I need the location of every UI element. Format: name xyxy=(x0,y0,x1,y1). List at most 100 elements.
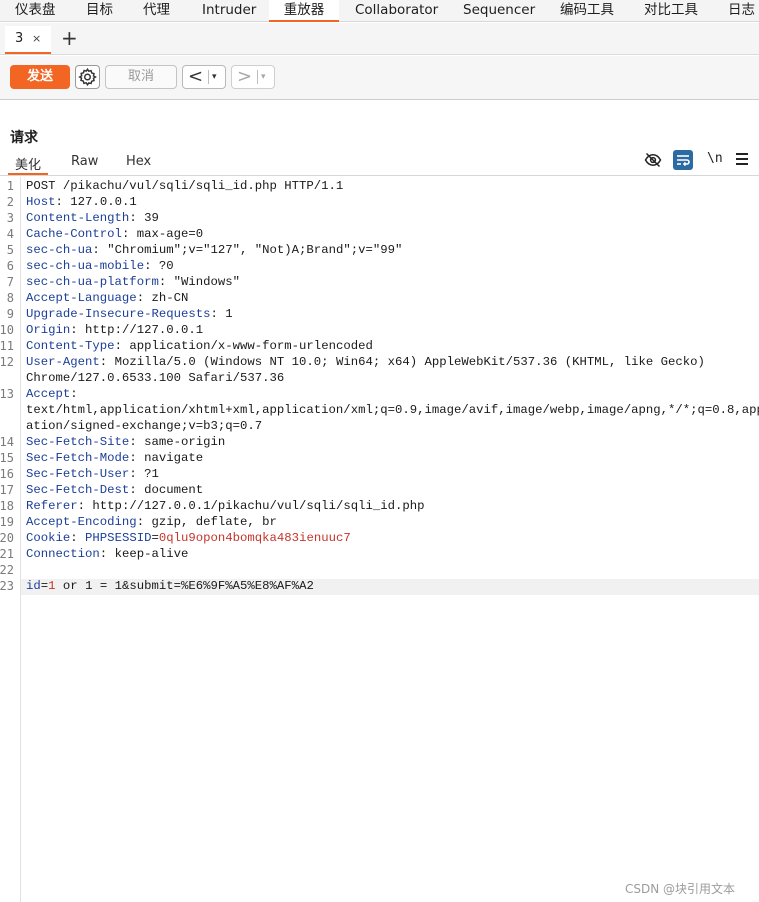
nav-item-dashboard[interactable]: 仪表盘 xyxy=(15,0,56,22)
nav-item-repeater[interactable]: 重放器 xyxy=(269,0,339,22)
header-value: http://127.0.0.1 xyxy=(85,323,204,337)
nav-item-intruder[interactable]: Intruder xyxy=(202,0,256,22)
add-tab-icon[interactable]: + xyxy=(61,26,78,50)
repeater-tab-bar: 3 × + xyxy=(0,23,759,55)
header-name: Content-Type xyxy=(26,339,115,353)
nav-item-logger[interactable]: 日志 xyxy=(728,0,755,22)
header-value: same-origin xyxy=(144,435,226,449)
header-value: zh-CN xyxy=(151,291,189,305)
header-name: Upgrade-Insecure-Requests xyxy=(26,307,211,321)
line-number: 16 xyxy=(0,467,14,481)
close-tab-icon[interactable]: × xyxy=(32,32,41,45)
header-line[interactable]: Sec-Fetch-User: ?1 xyxy=(26,466,159,482)
back-dropdown-icon[interactable]: ▾ xyxy=(212,66,217,88)
header-line[interactable]: Sec-Fetch-Dest: document xyxy=(26,482,203,498)
line-number: 21 xyxy=(0,547,14,561)
line-number: 6 xyxy=(6,259,14,273)
header-value: 127.0.0.1 xyxy=(70,195,137,209)
header-value: Mozilla/5.0 (Windows NT 10.0; Win64; x64… xyxy=(114,355,705,369)
line-number: 12 xyxy=(0,355,14,369)
nav-item-collaborator[interactable]: Collaborator xyxy=(355,0,438,22)
header-name: Accept xyxy=(26,387,71,401)
cancel-button[interactable]: 取消 xyxy=(105,65,177,89)
header-line[interactable]: User-Agent: Mozilla/5.0 (Windows NT 10.0… xyxy=(26,354,705,370)
menu-bar xyxy=(736,158,748,160)
header-name: Origin xyxy=(26,323,71,337)
back-button[interactable]: < ▾ xyxy=(182,65,226,89)
header-line[interactable]: Referer: http://127.0.0.1/pikachu/vul/sq… xyxy=(26,498,425,514)
watermark: CSDN @块引用文本 xyxy=(625,882,736,896)
hide-eye-icon[interactable] xyxy=(644,151,662,169)
line-number: 13 xyxy=(0,387,14,401)
menu-icon[interactable] xyxy=(736,153,750,165)
line-number: 3 xyxy=(6,211,14,225)
line-number: 10 xyxy=(0,323,14,337)
header-line[interactable]: Sec-Fetch-Site: same-origin xyxy=(26,434,225,450)
line-number: 1 xyxy=(6,179,14,193)
header-line[interactable]: Cookie: PHPSESSID=0qlu9opon4bomqka483ien… xyxy=(26,530,351,546)
header-line[interactable]: Origin: http://127.0.0.1 xyxy=(26,322,203,338)
body-param-name: id xyxy=(26,579,41,593)
line-number: 18 xyxy=(0,499,14,513)
header-line[interactable]: Host: 127.0.0.1 xyxy=(26,194,137,210)
line-number: 20 xyxy=(0,531,14,545)
header-name: User-Agent xyxy=(26,355,100,369)
nav-item-sequencer[interactable]: Sequencer xyxy=(463,0,535,22)
cookie-name: PHPSESSID xyxy=(85,531,152,545)
wrap-lines-icon[interactable] xyxy=(673,150,693,170)
header-line[interactable]: Accept-Language: zh-CN xyxy=(26,290,188,306)
nav-item-target[interactable]: 目标 xyxy=(86,0,113,22)
newline-icon[interactable]: \n xyxy=(707,151,723,166)
header-line-continued[interactable]: Chrome/127.0.6533.100 Safari/537.36 xyxy=(26,370,284,386)
header-name: Cookie xyxy=(26,531,71,545)
request-line[interactable]: POST /pikachu/vul/sqli/sqli_id.php HTTP/… xyxy=(26,178,343,194)
header-line[interactable]: sec-ch-ua: "Chromium";v="127", "Not)A;Br… xyxy=(26,242,402,258)
header-line[interactable]: Content-Type: application/x-www-form-url… xyxy=(26,338,373,354)
body-param-value: 1 xyxy=(48,579,56,593)
send-button[interactable]: 发送 xyxy=(10,65,70,89)
header-line[interactable]: Cache-Control: max-age=0 xyxy=(26,226,203,242)
request-body-line[interactable]: id=1 or 1 = 1&submit=%E6%9F%A5%E8%AF%A2 xyxy=(26,578,314,594)
header-name: Cache-Control xyxy=(26,227,122,241)
header-value: "Windows" xyxy=(173,275,241,289)
header-line[interactable]: sec-ch-ua-platform: "Windows" xyxy=(26,274,240,290)
header-value: ?0 xyxy=(158,259,174,273)
header-value: "Chromium";v="127", "Not)A;Brand";v="99" xyxy=(107,243,403,257)
header-line-continued[interactable]: ation/signed-exchange;v=b3;q=0.7 xyxy=(26,418,262,434)
header-name: Sec-Fetch-User xyxy=(26,467,130,481)
line-number: 8 xyxy=(6,291,14,305)
header-line[interactable]: Accept-Encoding: gzip, deflate, br xyxy=(26,514,277,530)
header-line[interactable]: Connection: keep-alive xyxy=(26,546,188,562)
tab-pretty[interactable]: 美化 xyxy=(15,154,41,173)
header-line[interactable]: Content-Length: 39 xyxy=(26,210,159,226)
forward-arrow-icon: > xyxy=(237,66,253,87)
header-line[interactable]: Sec-Fetch-Mode: navigate xyxy=(26,450,203,466)
divider xyxy=(0,175,759,176)
header-line[interactable]: sec-ch-ua-mobile: ?0 xyxy=(26,258,174,274)
line-number: 11 xyxy=(0,339,14,353)
line-number: 19 xyxy=(0,515,14,529)
line-number: 15 xyxy=(0,451,14,465)
header-name: Content-Length xyxy=(26,211,130,225)
tab-hex[interactable]: Hex xyxy=(126,154,151,169)
forward-button[interactable]: > ▾ xyxy=(231,65,275,89)
repeater-tab[interactable]: 3 × xyxy=(5,26,51,54)
forward-dropdown-icon[interactable]: ▾ xyxy=(261,66,266,88)
header-line-continued[interactable]: text/html,application/xhtml+xml,applicat… xyxy=(26,402,759,418)
settings-button[interactable] xyxy=(75,65,100,89)
line-number: 9 xyxy=(6,307,14,321)
line-number: 4 xyxy=(6,227,14,241)
tab-raw[interactable]: Raw xyxy=(71,154,98,169)
header-line[interactable]: Accept: xyxy=(26,386,78,402)
nav-item-decoder[interactable]: 编码工具 xyxy=(560,0,614,22)
header-value: 39 xyxy=(144,211,159,225)
header-name: Sec-Fetch-Site xyxy=(26,435,130,449)
request-panel-title: 请求 xyxy=(10,130,38,146)
header-name: sec-ch-ua xyxy=(26,243,93,257)
header-value: keep-alive xyxy=(114,547,189,561)
header-line[interactable]: Upgrade-Insecure-Requests: 1 xyxy=(26,306,233,322)
repeater-toolbar: 发送 取消 < ▾ > ▾ xyxy=(0,56,759,100)
nav-item-proxy[interactable]: 代理 xyxy=(143,0,170,22)
nav-item-comparer[interactable]: 对比工具 xyxy=(644,0,698,22)
header-name: sec-ch-ua-platform xyxy=(26,275,159,289)
